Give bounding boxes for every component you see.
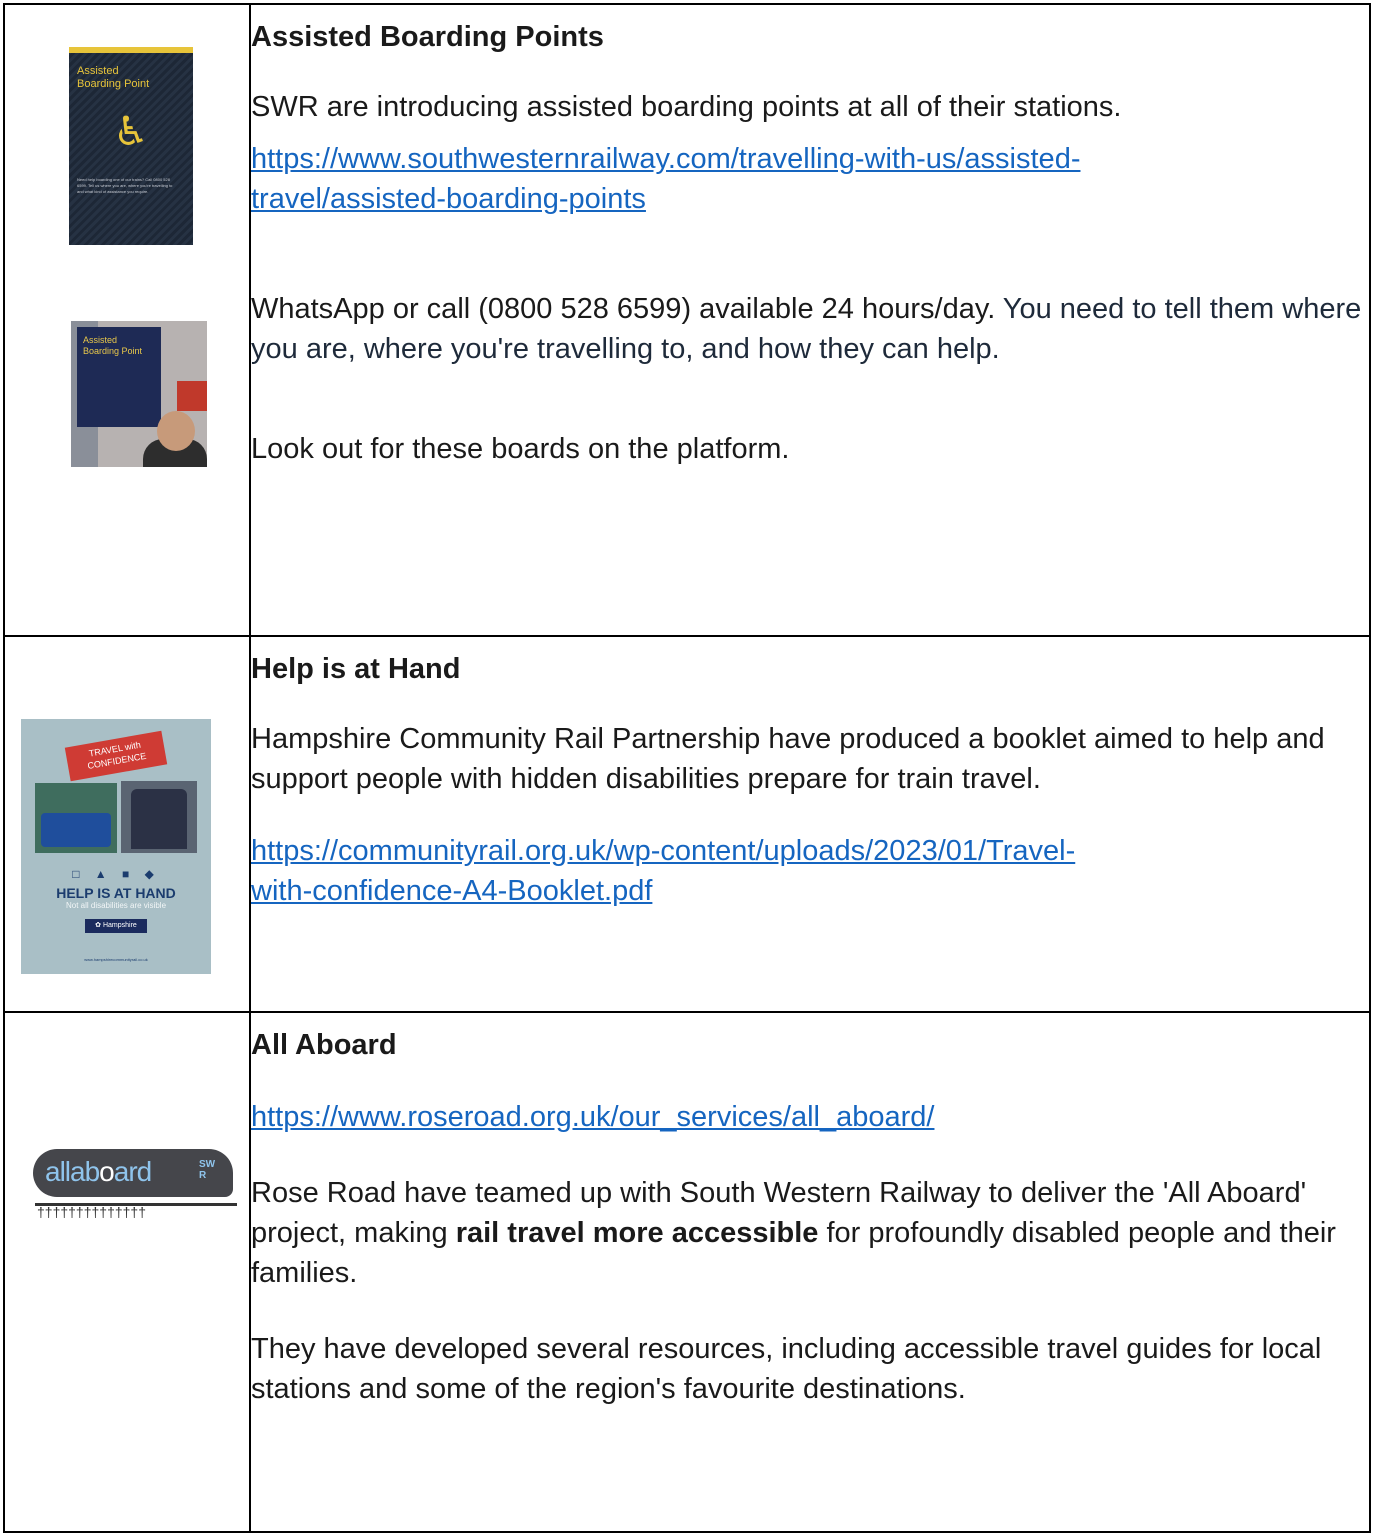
person-face	[157, 411, 195, 451]
assisted-boarding-point-sign-image: Assisted Boarding Point ♿ Need help board…	[69, 47, 193, 245]
link-paragraph: https://communityrail.org.uk/wp-content/…	[251, 831, 1369, 911]
bus-photo	[35, 783, 117, 853]
intro-text: SWR are introducing assisted boarding po…	[251, 91, 1122, 123]
assisted-boarding-link[interactable]: https://www.southwesternrailway.com/trav…	[251, 143, 1080, 215]
station-sign	[177, 381, 207, 411]
table-row: Assisted Boarding Point ♿ Need help board…	[3, 3, 1371, 637]
platform-board-photo: Assisted Boarding Point	[71, 321, 207, 467]
body-text: Hampshire Community Rail Partnership hav…	[251, 723, 1325, 795]
swr-badge: SW R	[199, 1159, 216, 1181]
link-paragraph: https://www.roseroad.org.uk/our_services…	[251, 1097, 1369, 1137]
image-cell: allaboard SW R ††††††††††††††	[3, 1011, 251, 1533]
text-cell: All Aboard https://www.roseroad.org.uk/o…	[249, 1011, 1371, 1533]
all-aboard-link[interactable]: https://www.roseroad.org.uk/our_services…	[251, 1101, 934, 1133]
table-row: TRAVEL with CONFIDENCE □ ▲ ■ ◆ HELP IS A…	[3, 635, 1371, 1013]
section-title: Assisted Boarding Points	[251, 21, 604, 53]
board-in-photo: Assisted Boarding Point	[77, 327, 161, 427]
bus-icon	[41, 813, 111, 847]
table-row: allaboard SW R †††††††††††††† All Aboard …	[3, 1011, 1371, 1533]
track-sleepers: ††††††††††††††	[37, 1204, 147, 1220]
section-title: Help is at Hand	[251, 653, 461, 685]
train-icon	[131, 789, 187, 849]
text-cell: Assisted Boarding Points SWR are introdu…	[249, 3, 1371, 637]
image-cell: TRAVEL with CONFIDENCE □ ▲ ■ ◆ HELP IS A…	[3, 635, 251, 1013]
resource-table: Assisted Boarding Point ♿ Need help board…	[3, 3, 1371, 1533]
lookout-text: Look out for these boards on the platfor…	[251, 433, 790, 465]
booklet-heading: HELP IS AT HAND	[56, 885, 176, 901]
booklet-subheading: Not all disabilities are visible	[65, 901, 167, 910]
image-cell: Assisted Boarding Point ♿ Need help board…	[3, 3, 251, 637]
transport-icons: □ ▲ ■ ◆	[72, 867, 160, 881]
sign-title: Assisted Boarding Point	[77, 65, 150, 90]
body-text: Rose Road have teamed up with South West…	[251, 1177, 1336, 1289]
hampshire-logo: ✿ Hampshire	[85, 919, 147, 933]
sign-top-stripe	[69, 47, 193, 53]
logo-text: allaboard	[45, 1156, 152, 1187]
sign-small-text: Need help boarding one of our trains? Ca…	[77, 177, 173, 194]
travel-with-confidence-tag: TRAVEL with CONFIDENCE	[64, 730, 168, 782]
contact-text: WhatsApp or call (0800 528 6599) availab…	[251, 293, 1362, 365]
resources-text: They have developed several resources, i…	[251, 1333, 1322, 1405]
all-aboard-logo: allaboard SW R ††††††††††††††	[33, 1149, 239, 1231]
train-photo	[121, 781, 197, 853]
booklet-link[interactable]: https://communityrail.org.uk/wp-content/…	[251, 835, 1075, 907]
link-paragraph: https://www.southwesternrailway.com/trav…	[251, 139, 1369, 219]
booklet-url: www.hampshirecommunityrail.co.uk	[84, 957, 148, 962]
board-title: Assisted Boarding Point	[83, 335, 143, 356]
text-cell: Help is at Hand Hampshire Community Rail…	[249, 635, 1371, 1013]
help-is-at-hand-booklet-cover: TRAVEL with CONFIDENCE □ ▲ ■ ◆ HELP IS A…	[21, 719, 211, 974]
section-title: All Aboard	[251, 1029, 397, 1061]
wheelchair-icon: ♿	[113, 110, 149, 154]
